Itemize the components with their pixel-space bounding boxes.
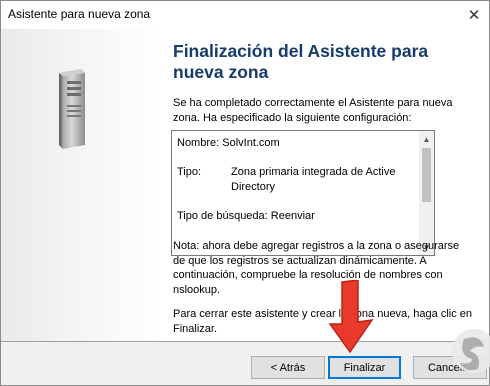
summary-scrollbar[interactable]: ▲ ▼ (419, 131, 434, 255)
summary-label: Tipo: (177, 166, 202, 178)
watermark-logo (452, 329, 490, 373)
server-icon (51, 67, 87, 154)
closing-text: Para cerrar este asistente y crear la zo… (173, 308, 472, 335)
finish-button[interactable]: Finalizar (328, 356, 401, 379)
summary-value: SolvInt.com (222, 137, 280, 149)
summary-value: Reenviar (270, 210, 315, 222)
summary-row-name: Nombre: SolvInt.com (177, 136, 280, 151)
summary-label: Nombre: (177, 137, 220, 149)
page-title: Finalización del Asistente para nueva zo… (173, 41, 429, 82)
close-button[interactable]: ✕ (459, 1, 489, 29)
summary-textbox[interactable]: Nombre: SolvInt.com Tipo: Zona primaria … (171, 130, 435, 256)
back-button[interactable]: < Atrás (251, 356, 325, 379)
scroll-up-icon[interactable]: ▲ (419, 131, 434, 147)
scroll-thumb[interactable] (422, 148, 431, 202)
wizard-side-panel (1, 29, 161, 341)
note-text: Nota: ahora debe agregar registros a la … (173, 240, 460, 296)
intro-text: Se ha completado correctamente el Asiste… (173, 97, 453, 124)
wizard-window: Asistente para nueva zona ✕ Finalización… (0, 0, 490, 386)
window-title: Asistente para nueva zona (8, 7, 151, 21)
button-bar: < Atrás Finalizar Cancelar (1, 342, 489, 385)
summary-label: Tipo de búsqueda: (177, 210, 268, 222)
summary-value: Zona primaria integrada de Active Direct… (231, 166, 396, 193)
wizard-content: Finalización del Asistente para nueva zo… (161, 29, 489, 341)
title-bar: Asistente para nueva zona ✕ (1, 1, 489, 29)
summary-row-lookup: Tipo de búsqueda: Reenviar (177, 209, 315, 224)
red-arrow-annotation (328, 280, 374, 354)
